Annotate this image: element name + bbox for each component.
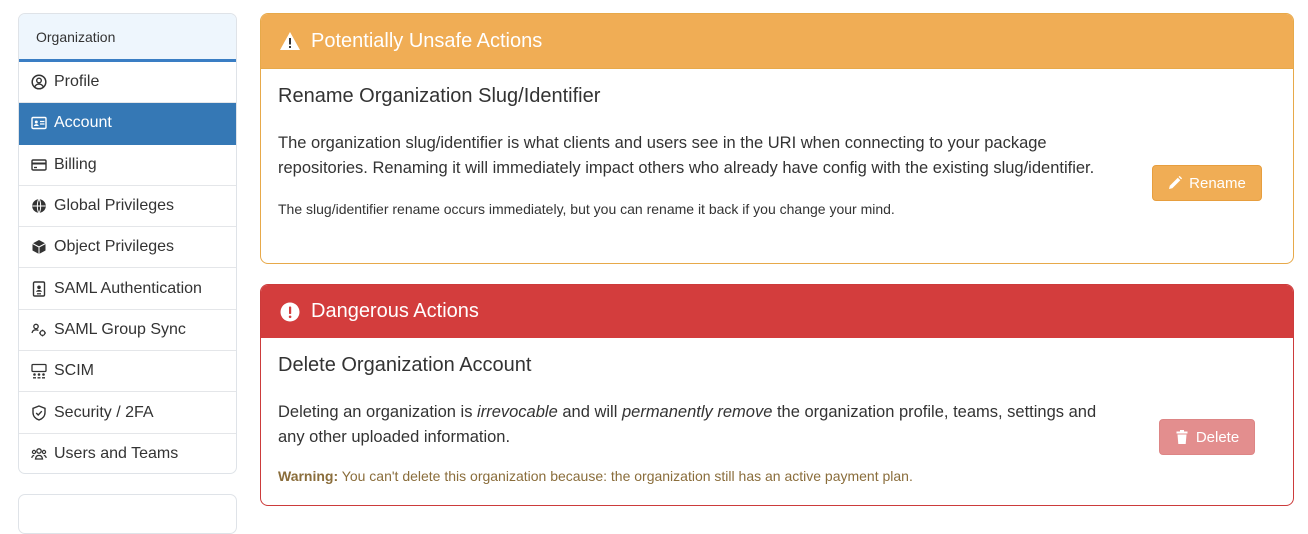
credit-card-icon (31, 157, 47, 173)
organization-sidebar: Organization Profile Account Billing Glo… (18, 13, 237, 474)
cube-icon (31, 239, 47, 255)
sidebar-item-label: Global Privileges (54, 197, 175, 215)
unsafe-actions-panel: Potentially Unsafe Actions Rename Organi… (260, 13, 1294, 264)
rename-note: The slug/identifier rename occurs immedi… (278, 201, 895, 217)
sidebar-item-security-2fa[interactable]: Security / 2FA (19, 392, 236, 434)
sidebar-item-saml-group-sync[interactable]: SAML Group Sync (19, 310, 236, 352)
sidebar-item-label: Billing (54, 155, 97, 173)
id-card-icon (31, 115, 47, 131)
trash-icon (1176, 430, 1188, 444)
pencil-icon (1169, 176, 1183, 189)
sidebar-item-label: SCIM (54, 362, 94, 380)
rename-heading: Rename Organization Slug/Identifier (278, 85, 601, 107)
sidebar-item-saml-authentication[interactable]: SAML Authentication (19, 268, 236, 310)
delete-heading: Delete Organization Account (278, 354, 532, 376)
unsafe-actions-header: Potentially Unsafe Actions (261, 14, 1293, 69)
secondary-sidebar-panel (18, 494, 237, 534)
sidebar-item-label: Security / 2FA (54, 403, 154, 421)
sidebar-item-scim[interactable]: SCIM (19, 351, 236, 393)
dangerous-actions-panel: Dangerous Actions Delete Organization Ac… (260, 284, 1294, 506)
id-badge-icon (31, 280, 47, 297)
sidebar-item-label: Users and Teams (54, 445, 179, 463)
dangerous-actions-header: Dangerous Actions (261, 285, 1293, 338)
delete-button[interactable]: Delete (1159, 419, 1255, 455)
sidebar-item-global-privileges[interactable]: Global Privileges (19, 186, 236, 228)
globe-icon (31, 198, 47, 214)
sidebar-item-label: Object Privileges (54, 238, 175, 256)
network-users-icon (31, 363, 47, 379)
dangerous-actions-title: Dangerous Actions (311, 300, 479, 322)
delete-button-label: Delete (1195, 428, 1240, 446)
exclamation-circle-icon (279, 301, 301, 323)
sidebar-item-users-and-teams[interactable]: Users and Teams (19, 434, 236, 473)
sidebar-item-profile[interactable]: Profile (19, 62, 236, 104)
sidebar-header: Organization (19, 14, 236, 62)
user-circle-icon (31, 74, 47, 90)
sidebar-item-label: Profile (54, 73, 100, 91)
sidebar-item-label: SAML Authentication (54, 279, 202, 297)
sidebar-item-billing[interactable]: Billing (19, 145, 236, 186)
delete-warning-note: Warning: You can't delete this organizat… (278, 468, 913, 484)
users-icon (31, 446, 47, 462)
sidebar-item-label: Account (54, 114, 112, 132)
rename-description: The organization slug/identifier is what… (278, 134, 1095, 177)
warning-triangle-icon (279, 30, 301, 52)
shield-check-icon (31, 404, 47, 421)
sidebar-item-account[interactable]: Account (19, 103, 236, 145)
users-cog-icon (31, 322, 47, 338)
sidebar-item-object-privileges[interactable]: Object Privileges (19, 227, 236, 269)
rename-button-label: Rename (1189, 174, 1246, 192)
sidebar-item-label: SAML Group Sync (54, 320, 186, 338)
delete-description: Deleting an organization is irrevocable … (278, 403, 1097, 446)
rename-button[interactable]: Rename (1152, 165, 1262, 201)
unsafe-actions-title: Potentially Unsafe Actions (311, 29, 543, 52)
